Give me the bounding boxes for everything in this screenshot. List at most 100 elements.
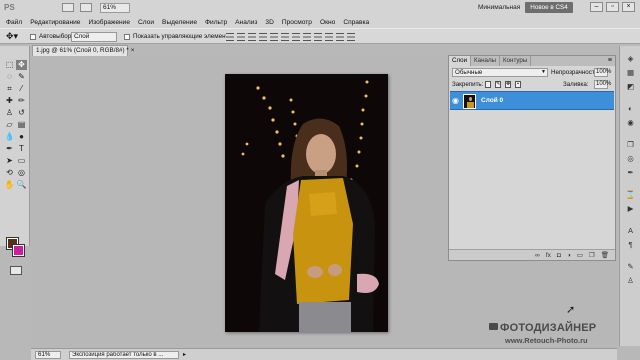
panel-menu-icon[interactable]: ≡ (608, 57, 612, 64)
lasso-tool-icon[interactable]: ◌ (4, 72, 15, 82)
channels-panel-icon[interactable]: ◎ (625, 154, 636, 164)
quick-mask-button[interactable] (10, 266, 22, 275)
autoselect-target-select[interactable]: Слой (71, 32, 117, 42)
menu-file[interactable]: Файл (6, 17, 22, 28)
workspace-new-in-cs4-button[interactable]: Новое в CS4 (525, 2, 573, 13)
gradient-tool-icon[interactable]: ▤ (16, 120, 27, 130)
align-vertical-center-icon[interactable] (237, 33, 245, 41)
align-top-icon[interactable] (226, 33, 234, 41)
menu-layer[interactable]: Слои (138, 17, 154, 28)
new-layer-icon[interactable]: ❐ (589, 252, 595, 259)
3d-rotate-tool-icon[interactable]: ⟲ (4, 168, 15, 178)
distribute-right-icon[interactable] (347, 33, 355, 41)
lock-all-icon[interactable]: ▪ (515, 81, 521, 88)
masks-panel-icon[interactable]: ◉ (625, 118, 636, 128)
fill-field[interactable]: 100% (594, 80, 611, 89)
dodge-tool-icon[interactable]: ● (16, 132, 27, 142)
paragraph-panel-icon[interactable]: ¶ (625, 240, 636, 250)
eyedropper-tool-icon[interactable]: ⁄ (16, 84, 27, 94)
pen-tool-icon[interactable]: ✒ (4, 144, 15, 154)
status-menu-arrow-icon[interactable]: ▸ (183, 351, 186, 358)
distribute-bottom-icon[interactable] (314, 33, 322, 41)
menu-edit[interactable]: Редактирование (30, 17, 80, 28)
status-zoom-field[interactable]: 61% (35, 351, 61, 359)
3d-orbit-tool-icon[interactable]: ◎ (16, 168, 27, 178)
maximize-icon[interactable]: ▫ (606, 2, 619, 12)
path-selection-tool-icon[interactable]: ➤ (4, 156, 15, 166)
layer-style-icon[interactable]: fx (546, 252, 551, 259)
history-brush-tool-icon[interactable]: ↺ (16, 108, 27, 118)
lock-image-pixels-icon[interactable]: ✎ (495, 81, 501, 88)
workspace-label[interactable]: Минимальная (478, 4, 520, 11)
menu-filter[interactable]: Фильтр (205, 17, 227, 28)
paths-panel-icon[interactable]: ✒ (625, 168, 636, 178)
minimize-icon[interactable]: – (590, 2, 603, 12)
bridge-icon[interactable] (62, 3, 74, 12)
new-group-icon[interactable]: ▭ (577, 252, 583, 259)
hand-tool-icon[interactable]: ✋ (4, 180, 15, 190)
close-document-icon[interactable]: × (131, 47, 135, 54)
character-panel-icon[interactable]: A (625, 226, 636, 236)
menu-image[interactable]: Изображение (88, 17, 130, 28)
tab-paths[interactable]: Контуры (500, 56, 532, 66)
actions-panel-icon[interactable]: ▶ (625, 204, 636, 214)
menu-view[interactable]: Просмотр (282, 17, 312, 28)
add-mask-icon[interactable]: ◘ (557, 252, 561, 259)
move-tool-preset-icon[interactable]: ✥▾ (6, 31, 24, 42)
blur-tool-icon[interactable]: 💧 (4, 132, 15, 142)
shape-tool-icon[interactable]: ▭ (16, 156, 27, 166)
lock-position-icon[interactable]: ✥ (505, 81, 511, 88)
styles-panel-icon[interactable]: ◩ (625, 82, 636, 92)
quick-select-tool-icon[interactable]: ✎ (16, 72, 27, 82)
color-panel-icon[interactable]: ◈ (625, 54, 636, 64)
clone-stamp-tool-icon[interactable]: ♙ (4, 108, 15, 118)
align-left-icon[interactable] (259, 33, 267, 41)
crop-tool-icon[interactable]: ⌗ (4, 84, 15, 94)
show-transform-controls-checkbox[interactable] (124, 34, 130, 40)
marquee-tool-icon[interactable]: ⬚ (4, 60, 15, 70)
opacity-field[interactable]: 100% (594, 68, 611, 77)
history-panel-icon[interactable]: ⌛ (625, 190, 636, 200)
distribute-hcenter-icon[interactable] (336, 33, 344, 41)
align-right-icon[interactable] (281, 33, 289, 41)
document-canvas-photo[interactable] (225, 74, 388, 332)
distribute-vcenter-icon[interactable] (303, 33, 311, 41)
document-tab[interactable]: 1.jpg @ 61% (Слой 0, RGB/8#) * × (32, 45, 134, 56)
swatches-panel-icon[interactable]: ▦ (625, 68, 636, 78)
tab-layers[interactable]: Слои (449, 56, 472, 66)
brush-tool-icon[interactable]: ✏ (16, 96, 27, 106)
background-color-swatch[interactable] (12, 244, 25, 257)
menu-window[interactable]: Окно (320, 17, 335, 28)
move-tool-icon[interactable]: ✥ (16, 60, 27, 70)
tab-channels[interactable]: Каналы (471, 56, 501, 66)
menu-analysis[interactable]: Анализ (235, 17, 257, 28)
status-message[interactable]: Экспозиция работает только в ... (69, 351, 179, 359)
link-layers-icon[interactable]: ∞ (535, 252, 540, 259)
align-horizontal-center-icon[interactable] (270, 33, 278, 41)
layer-row[interactable]: ◉ Слой 0 (450, 91, 614, 110)
close-icon[interactable]: × (622, 2, 635, 12)
autoselect-checkbox[interactable] (30, 34, 36, 40)
menu-help[interactable]: Справка (343, 17, 369, 28)
delete-layer-icon[interactable]: 🗑 (601, 252, 609, 259)
lock-transparent-pixels-icon[interactable] (485, 81, 491, 88)
align-bottom-icon[interactable] (248, 33, 256, 41)
menu-select[interactable]: Выделение (162, 17, 197, 28)
mini-bridge-icon[interactable] (80, 3, 92, 12)
blend-mode-select[interactable]: Обычные ▼ (452, 68, 548, 77)
distribute-left-icon[interactable] (325, 33, 333, 41)
zoom-tool-icon[interactable]: 🔍 (16, 180, 27, 190)
eraser-tool-icon[interactable]: ▱ (4, 120, 15, 130)
healing-brush-tool-icon[interactable]: ✚ (4, 96, 15, 106)
layer-name[interactable]: Слой 0 (481, 97, 503, 104)
distribute-top-icon[interactable] (292, 33, 300, 41)
menu-3d[interactable]: 3D (265, 17, 273, 28)
zoom-level-select[interactable]: 61% (100, 3, 130, 13)
layers-panel-icon[interactable]: ❐ (625, 140, 636, 150)
brushes-panel-icon[interactable]: ✎ (625, 262, 636, 272)
adjustment-layer-icon[interactable]: ◑ (567, 252, 571, 259)
eye-icon[interactable]: ◉ (452, 96, 461, 105)
adjustments-panel-icon[interactable]: ◐ (625, 104, 636, 114)
clone-source-panel-icon[interactable]: ♙ (625, 276, 636, 286)
type-tool-icon[interactable]: T (16, 144, 27, 154)
